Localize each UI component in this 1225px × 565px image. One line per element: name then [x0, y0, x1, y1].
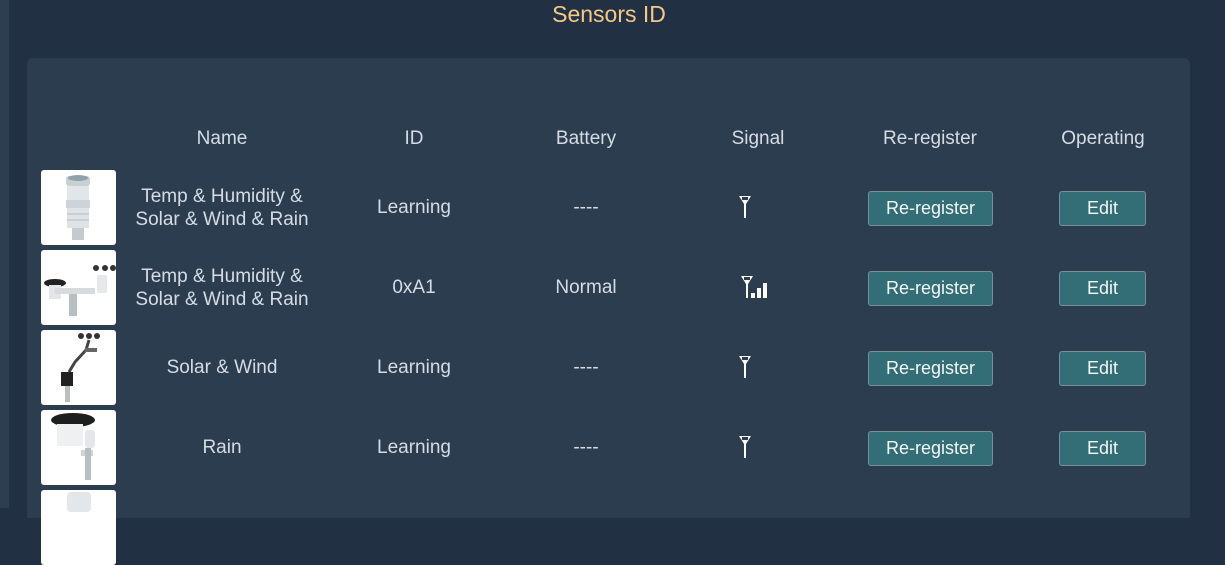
7-in-1-weather-station-image [41, 250, 116, 325]
reregister-button[interactable]: Re-register [868, 271, 993, 306]
temp-humidity-sensor-image [41, 170, 116, 245]
edit-button[interactable]: Edit [1059, 191, 1146, 226]
sensor-row [0, 490, 1225, 565]
sensor-battery: ---- [573, 197, 599, 218]
reregister-button[interactable]: Re-register [868, 351, 993, 386]
column-header-id: ID [404, 128, 424, 149]
solar-wind-sensor-image [41, 330, 116, 405]
antenna-searching-icon [739, 196, 751, 218]
sensor-image [41, 490, 116, 565]
sensor-row: Rain Learning ---- Re-register Edit [0, 410, 1225, 485]
edit-button[interactable]: Edit [1059, 351, 1146, 386]
sensor-row: Temp & Humidity & Solar & Wind & Rain Lea… [0, 170, 1225, 245]
sensor-name: Rain [202, 437, 242, 458]
column-header-signal: Signal [731, 128, 785, 149]
sensor-id: Learning [377, 437, 451, 458]
sensor-id: Learning [377, 357, 451, 378]
edit-button[interactable]: Edit [1059, 431, 1146, 466]
reregister-button[interactable]: Re-register [868, 431, 993, 466]
column-header-reregister: Re-register [883, 128, 977, 149]
sensor-row: Solar & Wind Learning ---- Re-register E… [0, 330, 1225, 405]
reregister-button[interactable]: Re-register [868, 191, 993, 226]
rain-gauge-image [41, 410, 116, 485]
signal-strength-3-bars-icon [741, 276, 767, 298]
column-header-operating: Operating [1061, 128, 1145, 149]
antenna-searching-icon [739, 356, 751, 378]
sensor-id: Learning [377, 197, 451, 218]
edit-button[interactable]: Edit [1059, 271, 1146, 306]
column-header-name: Name [196, 128, 248, 149]
sensor-battery: Normal [555, 277, 617, 298]
antenna-searching-icon [739, 436, 751, 458]
sensor-battery: ---- [573, 437, 599, 458]
sensor-row: Temp & Humidity & Solar & Wind & Rain 0xA… [0, 250, 1225, 325]
sensor-name: Temp & Humidity & Solar & Wind & Rain [135, 185, 309, 230]
sensor-battery: ---- [573, 357, 599, 378]
sensor-name: Solar & Wind [166, 357, 278, 378]
column-header-battery: Battery [555, 128, 617, 149]
sensor-id: 0xA1 [392, 277, 436, 298]
sensor-name: Temp & Humidity & Solar & Wind & Rain [135, 265, 309, 310]
page-title: Sensors ID [552, 1, 666, 27]
